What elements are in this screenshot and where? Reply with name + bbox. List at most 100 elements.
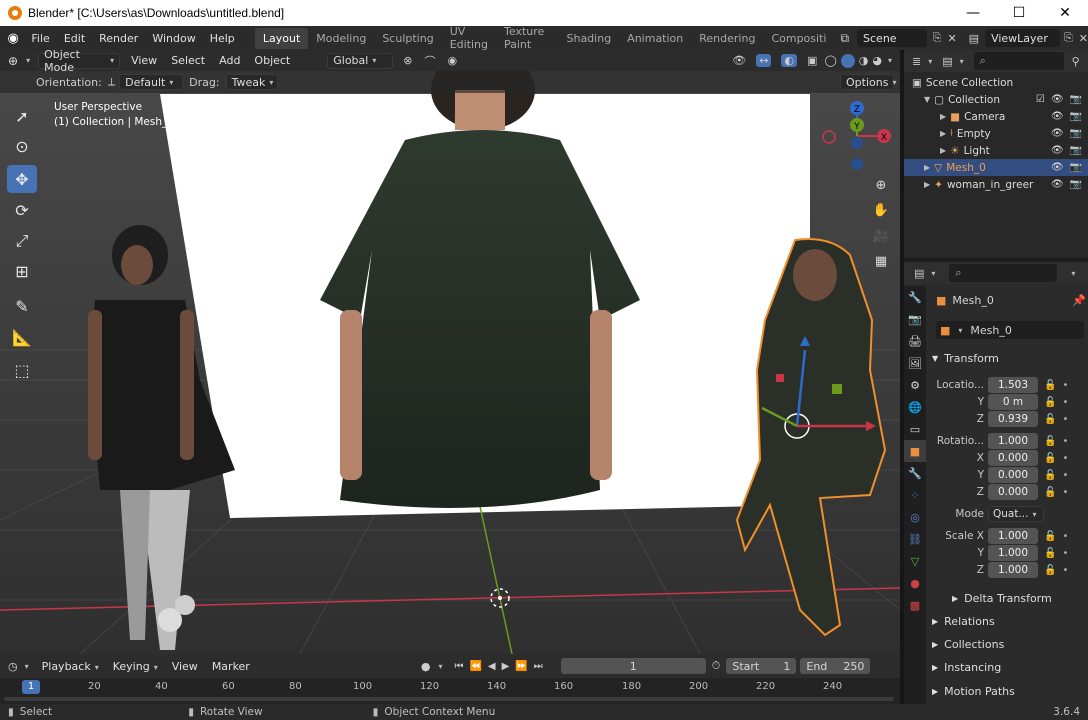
scene-tab-icon[interactable]: ⚙ xyxy=(904,374,926,396)
stopwatch-icon[interactable]: ⏱ xyxy=(712,659,721,673)
keying-menu[interactable]: Keying ▾ xyxy=(106,660,165,673)
outliner-item-camera[interactable]: ▶ ■ Camera 👁 📷 xyxy=(904,108,1088,125)
viewport-menu-view[interactable]: View xyxy=(124,54,164,67)
object-mode-dropdown[interactable]: Object Mode ▾ xyxy=(38,50,121,74)
tool-tab-icon[interactable]: 🔧 xyxy=(904,286,926,308)
keyframe-dot-icon[interactable]: • xyxy=(1062,470,1068,481)
properties-search-input[interactable]: ⌕ xyxy=(949,264,1058,282)
menu-edit[interactable]: Edit xyxy=(57,32,92,45)
solid-shading-icon[interactable] xyxy=(840,53,855,68)
pan-button[interactable]: ✋ xyxy=(870,199,892,221)
visibility-icon[interactable]: 👁 xyxy=(732,54,746,67)
keyframe-dot-icon[interactable]: • xyxy=(1062,487,1068,498)
camera-render-icon[interactable]: 📷 xyxy=(1070,145,1082,156)
move-tool-button[interactable]: ✥ xyxy=(7,165,37,193)
minimize-button[interactable]: — xyxy=(950,0,996,26)
transform-tool-button[interactable]: ⊞ xyxy=(7,257,37,285)
eye-icon[interactable]: 👁 xyxy=(1051,94,1064,105)
lock-icon[interactable]: 🔓 xyxy=(1044,397,1056,408)
tab-rendering[interactable]: Rendering xyxy=(691,28,763,49)
close-button[interactable]: ✕ xyxy=(1042,0,1088,26)
options-dropdown[interactable]: Options ▾ xyxy=(840,74,896,90)
eye-icon[interactable]: 👁 xyxy=(1051,128,1064,139)
location-z-field[interactable]: 0.939 xyxy=(988,411,1038,427)
jump-keyframe-back-icon[interactable]: ⏪ xyxy=(469,661,481,672)
new-view-layer-icon[interactable]: ⎘ xyxy=(1064,31,1073,45)
camera-render-icon[interactable]: 📷 xyxy=(1070,111,1082,122)
scene-selector-icon[interactable]: ⧉ xyxy=(840,31,849,46)
chevron-down-icon[interactable]: ▾ xyxy=(26,56,30,65)
expand-arrow-icon[interactable]: ▶ xyxy=(924,180,930,189)
expand-arrow-icon[interactable]: ▶ xyxy=(924,163,930,172)
keyframe-dot-icon[interactable]: • xyxy=(1062,414,1068,425)
location-x-field[interactable]: 1.503 xyxy=(988,377,1038,393)
lock-icon[interactable]: 🔓 xyxy=(1044,565,1056,576)
add-cube-tool-button[interactable]: ⬚ xyxy=(7,356,37,384)
relations-panel-header[interactable]: ▶ Relations xyxy=(932,611,1084,631)
3d-viewport[interactable]: ⊕ ▾ Object Mode ▾ View Select Add Object … xyxy=(0,50,900,654)
menu-render[interactable]: Render xyxy=(92,32,145,45)
rotation-w-field[interactable]: 1.000 xyxy=(988,433,1038,449)
lock-icon[interactable]: 🔓 xyxy=(1044,470,1056,481)
expand-arrow-icon[interactable]: ▶ xyxy=(940,129,946,138)
viewport-menu-object[interactable]: Object xyxy=(247,54,297,67)
marker-menu[interactable]: Marker xyxy=(205,660,257,673)
collapse-arrow-icon[interactable]: ▼ xyxy=(924,95,930,104)
scale-z-field[interactable]: 1.000 xyxy=(988,562,1038,578)
world-tab-icon[interactable]: 🌐 xyxy=(904,396,926,418)
constraints-tab-icon[interactable]: ⛓ xyxy=(904,528,926,550)
overlay-toggle-icon[interactable]: ◐ xyxy=(781,54,798,67)
perspective-toggle-button[interactable]: ▦ xyxy=(870,250,892,272)
expand-arrow-icon[interactable]: ▶ xyxy=(940,146,946,155)
keyframe-dot-icon[interactable]: • xyxy=(1062,453,1068,464)
filter-icon[interactable]: ⚲ xyxy=(1072,55,1080,68)
data-tab-icon[interactable]: ▽ xyxy=(904,550,926,572)
snap-icon[interactable]: ⌒ xyxy=(424,53,435,69)
tab-animation[interactable]: Animation xyxy=(619,28,691,49)
viewport-menu-select[interactable]: Select xyxy=(164,54,212,67)
annotate-tool-button[interactable]: ✎ xyxy=(7,292,37,320)
orientation-dropdown[interactable]: Default ▾ xyxy=(119,74,184,90)
timeline-scrollbar[interactable] xyxy=(4,697,894,701)
keyframe-dot-icon[interactable]: • xyxy=(1062,548,1068,559)
modifier-tab-icon[interactable]: 🔧 xyxy=(904,462,926,484)
particles-tab-icon[interactable]: ⁘ xyxy=(904,484,926,506)
record-icon[interactable]: ● xyxy=(421,660,431,673)
jump-end-icon[interactable]: ⏭ xyxy=(534,661,543,672)
rotation-x-field[interactable]: 0.000 xyxy=(988,450,1038,466)
menu-file[interactable]: File xyxy=(24,32,56,45)
collections-panel-header[interactable]: ▶ Collections xyxy=(932,634,1084,654)
chevron-down-icon[interactable]: ▾ xyxy=(25,662,29,671)
lock-icon[interactable]: 🔓 xyxy=(1044,531,1056,542)
scale-x-field[interactable]: 1.000 xyxy=(988,528,1038,544)
keyframe-dot-icon[interactable]: • xyxy=(1062,565,1068,576)
clock-editor-icon[interactable]: ◷ xyxy=(8,660,18,673)
rotation-y-field[interactable]: 0.000 xyxy=(988,467,1038,483)
delete-scene-icon[interactable]: ✕ xyxy=(947,32,956,45)
lock-icon[interactable]: 🔓 xyxy=(1044,414,1056,425)
keyframe-dot-icon[interactable]: • xyxy=(1062,436,1068,447)
maximize-button[interactable]: ☐ xyxy=(996,0,1042,26)
timeline-ruler[interactable]: 1 20 40 60 80 100 120 140 160 180 200 22… xyxy=(0,678,900,704)
tab-shading[interactable]: Shading xyxy=(558,28,619,49)
measure-tool-button[interactable]: 📐 xyxy=(7,323,37,351)
rendered-shading-icon[interactable]: ◕ xyxy=(872,54,882,67)
camera-render-icon[interactable]: 📷 xyxy=(1070,94,1082,105)
outliner-search-input[interactable]: ⌕ xyxy=(973,52,1064,70)
output-tab-icon[interactable]: 🖨 xyxy=(904,330,926,352)
render-tab-icon[interactable]: 📷 xyxy=(904,308,926,330)
physics-tab-icon[interactable]: ◎ xyxy=(904,506,926,528)
zoom-button[interactable]: ⊕ xyxy=(870,174,892,196)
end-frame-field[interactable]: End 250 xyxy=(800,658,871,674)
drag-dropdown[interactable]: Tweak ▾ xyxy=(225,74,278,90)
view-layer-tab-icon[interactable]: 🖼 xyxy=(904,352,926,374)
chevron-down-icon[interactable]: ▾ xyxy=(1071,269,1075,278)
lock-icon[interactable]: 🔓 xyxy=(1044,453,1056,464)
camera-render-icon[interactable]: 📷 xyxy=(1070,162,1082,173)
tab-modeling[interactable]: Modeling xyxy=(308,28,374,49)
transform-orientation-dropdown[interactable]: Global ▾ xyxy=(327,52,394,69)
object-tab-icon[interactable]: ■ xyxy=(904,440,926,462)
rotation-mode-dropdown[interactable]: Quat... ▾ xyxy=(988,506,1044,522)
chevron-down-icon[interactable]: ▾ xyxy=(931,269,935,278)
wireframe-shading-icon[interactable]: ◯ xyxy=(824,54,836,67)
